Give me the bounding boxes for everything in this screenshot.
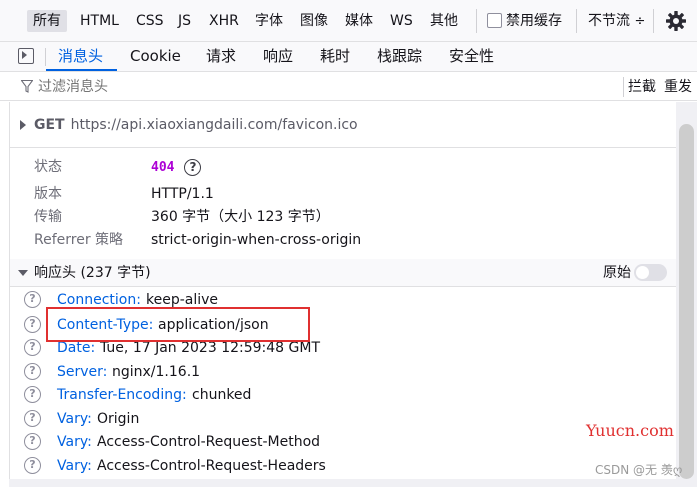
filter-all[interactable]: 所有 bbox=[27, 10, 67, 32]
scrollbar-thumb[interactable] bbox=[679, 124, 694, 479]
filter-css[interactable]: CSS bbox=[136, 10, 164, 32]
version-label: 版本 bbox=[34, 186, 62, 202]
header-value-wrap: nginx/1.16.1 bbox=[112, 361, 200, 383]
expand-arrow-icon bbox=[20, 120, 26, 130]
header-value[interactable]: nginx/1.16.1 bbox=[112, 364, 200, 380]
help-icon[interactable]: ? bbox=[24, 363, 41, 380]
referrer-value: strict-origin-when-cross-origin bbox=[151, 232, 362, 248]
collapse-arrow-icon bbox=[18, 270, 28, 276]
filter-js[interactable]: JS bbox=[178, 10, 191, 32]
help-icon[interactable]: ? bbox=[24, 316, 41, 333]
throttle-label: 不节流 bbox=[588, 13, 630, 29]
csdn-watermark: CSDN @无 羡ღ bbox=[595, 463, 683, 477]
header-name: Vary: bbox=[57, 434, 92, 450]
filter-fonts[interactable]: 字体 bbox=[255, 10, 283, 32]
tab-response[interactable]: 响应 bbox=[263, 42, 293, 72]
resend-button[interactable]: 重发 bbox=[664, 77, 692, 97]
tab-timings[interactable]: 耗时 bbox=[320, 42, 350, 72]
header-name: Transfer-Encoding: bbox=[57, 387, 187, 403]
throttle-arrow-icon: ÷ bbox=[634, 14, 646, 29]
request-method: GET bbox=[34, 117, 65, 133]
header-name: Server: bbox=[57, 364, 108, 380]
filter-xhr[interactable]: XHR bbox=[209, 10, 239, 32]
disable-cache-label[interactable]: 禁用缓存 bbox=[506, 10, 562, 32]
divider bbox=[623, 77, 624, 97]
divider bbox=[9, 102, 10, 487]
header-value-wrap: chunked bbox=[192, 384, 251, 406]
header-value[interactable]: Tue, 17 Jan 2023 12:59:48 GMT bbox=[100, 340, 320, 356]
divider bbox=[476, 9, 477, 33]
disable-cache-checkbox[interactable] bbox=[487, 13, 502, 28]
help-icon[interactable]: ? bbox=[24, 386, 41, 403]
help-icon[interactable]: ? bbox=[24, 433, 41, 450]
highlight-box bbox=[46, 307, 310, 342]
transfer-label: 传输 bbox=[34, 209, 62, 225]
tab-headers[interactable]: 消息头 bbox=[58, 42, 103, 72]
header-value[interactable]: Origin bbox=[97, 411, 139, 427]
header-value[interactable]: Access-Control-Request-Method bbox=[97, 434, 320, 450]
header-name: Vary: bbox=[57, 411, 92, 427]
header-value[interactable]: chunked bbox=[192, 387, 251, 403]
filter-media[interactable]: 媒体 bbox=[345, 10, 373, 32]
referrer-label: Referrer 策略 bbox=[34, 232, 124, 248]
divider bbox=[10, 147, 676, 148]
tab-stack-trace[interactable]: 栈跟踪 bbox=[377, 42, 422, 72]
filter-images[interactable]: 图像 bbox=[300, 10, 328, 32]
filter-headers-input[interactable] bbox=[38, 77, 598, 97]
help-icon[interactable]: ? bbox=[24, 339, 41, 356]
status-code: 404 bbox=[151, 160, 175, 175]
filter-html[interactable]: HTML bbox=[80, 10, 119, 32]
devtools-network-panel: 所有 HTML CSS JS XHR 字体 图像 媒体 WS 其他 禁用缓存 不… bbox=[0, 0, 697, 487]
request-url: https://api.xiaoxiangdaili.com/favicon.i… bbox=[70, 117, 358, 133]
toggle-knob bbox=[636, 266, 649, 279]
header-value-wrap: Access-Control-Request-Headers bbox=[97, 455, 326, 477]
filter-ws[interactable]: WS bbox=[390, 10, 413, 32]
status-label: 状态 bbox=[34, 159, 62, 175]
transfer-value: 360 字节（大小 123 字节） bbox=[151, 209, 330, 225]
horizontal-scrollbar[interactable] bbox=[9, 479, 676, 487]
site-watermark: Yuucn.com bbox=[586, 421, 674, 440]
divider bbox=[45, 48, 46, 66]
request-line[interactable]: GET https://api.xiaoxiangdaili.com/favico… bbox=[20, 113, 358, 137]
throttle-select[interactable]: 不节流 ÷ bbox=[588, 10, 645, 32]
gear-icon[interactable] bbox=[665, 10, 687, 32]
header-value[interactable]: Access-Control-Request-Headers bbox=[97, 458, 326, 474]
divider bbox=[653, 9, 654, 33]
help-icon[interactable]: ? bbox=[24, 457, 41, 474]
status-value-wrap: 404? bbox=[151, 156, 202, 179]
header-name: Vary: bbox=[57, 458, 92, 474]
filter-other[interactable]: 其他 bbox=[430, 10, 458, 32]
tab-request[interactable]: 请求 bbox=[206, 42, 236, 72]
raw-toggle-label: 原始 bbox=[603, 265, 631, 281]
response-headers-title-wrap[interactable]: 响应头 (237 字节) bbox=[18, 262, 151, 284]
funnel-icon bbox=[21, 80, 33, 93]
header-value-wrap: Access-Control-Request-Method bbox=[97, 431, 320, 453]
header-value-wrap: Origin bbox=[97, 408, 139, 430]
help-icon[interactable]: ? bbox=[184, 158, 202, 176]
header-value[interactable]: keep-alive bbox=[146, 292, 218, 308]
version-value: HTTP/1.1 bbox=[151, 186, 214, 202]
sidebar-toggle-icon[interactable] bbox=[18, 48, 34, 64]
help-icon[interactable]: ? bbox=[24, 410, 41, 427]
raw-toggle[interactable] bbox=[634, 264, 667, 281]
help-icon[interactable]: ? bbox=[24, 291, 41, 308]
tab-security[interactable]: 安全性 bbox=[449, 42, 494, 72]
divider bbox=[576, 9, 577, 33]
active-tab-indicator bbox=[46, 69, 117, 71]
block-button[interactable]: 拦截 bbox=[628, 77, 656, 97]
tab-cookies[interactable]: Cookie bbox=[130, 42, 181, 72]
response-headers-title: 响应头 (237 字节) bbox=[34, 265, 151, 281]
